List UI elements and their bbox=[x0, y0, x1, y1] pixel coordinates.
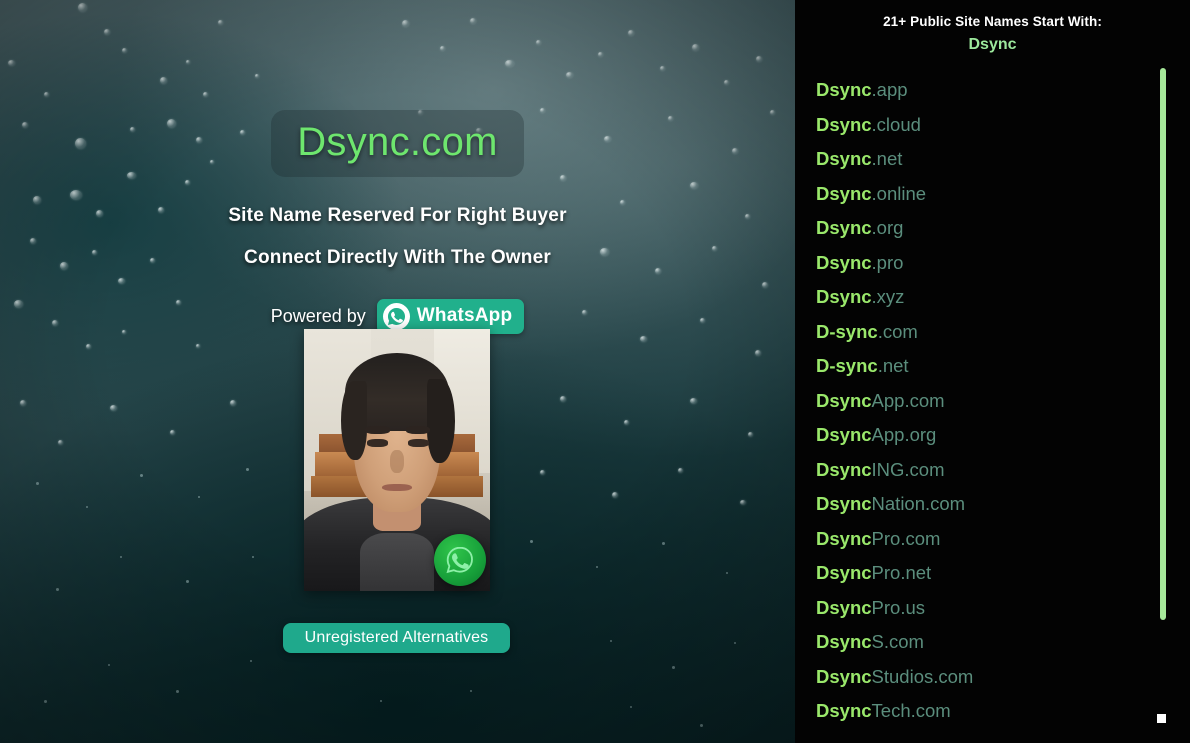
tagline-secondary: Connect Directly With The Owner bbox=[244, 246, 551, 268]
site-name-suffix: App.com bbox=[871, 389, 945, 411]
site-name-prefix: D-sync bbox=[816, 355, 878, 376]
site-name-row[interactable]: Dsync Pro.com bbox=[795, 522, 1155, 557]
hero-panel: Dsync.com Site Name Reserved For Right B… bbox=[0, 0, 795, 743]
site-name-suffix: .org bbox=[871, 217, 904, 238]
panel-keyword: Dsync bbox=[968, 36, 1017, 53]
site-name-row[interactable]: Dsync Tech.com bbox=[795, 694, 1155, 729]
site-name-row[interactable]: Dsync Nation.com bbox=[795, 487, 1155, 522]
unregistered-alternatives-button[interactable]: Unregistered Alternatives bbox=[283, 623, 510, 653]
whatsapp-contact-button[interactable] bbox=[434, 534, 486, 586]
site-name-suffix: .net bbox=[871, 148, 903, 169]
site-name-prefix: Dsync bbox=[816, 182, 872, 204]
site-name-prefix: Dsync bbox=[816, 596, 872, 618]
photo-eye-right bbox=[408, 439, 429, 447]
site-name-prefix: Dsync bbox=[816, 493, 872, 514]
site-name-row[interactable]: Dsync App.com bbox=[795, 384, 1155, 419]
site-name-suffix: .net bbox=[877, 355, 909, 376]
site-title-container: Dsync.com bbox=[271, 110, 524, 177]
photo-eye-left bbox=[367, 439, 388, 447]
corner-marker bbox=[1157, 714, 1166, 723]
site-name-suffix: App.org bbox=[871, 424, 937, 445]
site-name-suffix: Pro.com bbox=[871, 527, 941, 549]
site-name-suffix: Pro.net bbox=[871, 562, 932, 583]
site-name-prefix: Dsync bbox=[816, 251, 872, 273]
site-name-row[interactable]: D-sync .net bbox=[795, 349, 1155, 384]
site-name-prefix: Dsync bbox=[816, 79, 872, 100]
site-name-prefix: Dsync bbox=[816, 631, 872, 652]
site-name-prefix: Dsync bbox=[816, 562, 872, 583]
site-title: Dsync.com bbox=[297, 120, 498, 164]
site-name-row[interactable]: D-sync .com bbox=[795, 315, 1155, 350]
site-names-panel: 21+ Public Site Names Start With: Dsync … bbox=[795, 0, 1190, 743]
site-name-suffix: .pro bbox=[871, 251, 904, 273]
photo-nose bbox=[389, 449, 405, 474]
photo-hair-right bbox=[426, 378, 455, 463]
site-name-row[interactable]: Dsync Studios.com bbox=[795, 660, 1155, 695]
scrollbar-thumb[interactable] bbox=[1160, 68, 1166, 620]
site-name-suffix: .xyz bbox=[871, 286, 905, 307]
site-name-suffix: .app bbox=[871, 79, 908, 100]
whatsapp-icon bbox=[382, 302, 410, 330]
site-name-prefix: Dsync bbox=[816, 700, 872, 721]
site-name-prefix: Dsync bbox=[816, 286, 872, 307]
site-name-row[interactable]: Dsync .pro bbox=[795, 246, 1155, 281]
site-name-prefix: Dsync bbox=[816, 527, 872, 549]
site-name-prefix: Dsync bbox=[816, 148, 872, 169]
site-name-suffix: S.com bbox=[871, 631, 924, 652]
site-name-row[interactable]: Dsync .org bbox=[795, 211, 1155, 246]
site-name-suffix: Pro.us bbox=[871, 596, 925, 618]
site-name-row[interactable]: Dsync .online bbox=[795, 177, 1155, 212]
panel-header: 21+ Public Site Names Start With: Dsync bbox=[795, 0, 1190, 54]
whatsapp-label: WhatsApp bbox=[416, 305, 513, 327]
site-name-row[interactable]: Dsync Pro.us bbox=[795, 591, 1155, 626]
photo-brow-left bbox=[365, 425, 390, 434]
site-name-row[interactable]: Dsync .app bbox=[795, 73, 1155, 108]
site-name-suffix: .com bbox=[877, 320, 918, 342]
site-name-row[interactable]: Dsync ING.com bbox=[795, 453, 1155, 488]
site-name-suffix: .online bbox=[871, 182, 927, 204]
site-names-list: Dsync .app Dsync .cloud Dsync .net Dsync .onlin… bbox=[795, 73, 1155, 729]
page-root: Dsync.com Site Name Reserved For Right B… bbox=[0, 0, 1190, 743]
site-name-prefix: D-sync bbox=[816, 320, 878, 342]
site-name-row[interactable]: Dsync App.org bbox=[795, 418, 1155, 453]
photo-shirt bbox=[359, 533, 435, 591]
site-name-suffix: Nation.com bbox=[871, 493, 966, 514]
site-name-prefix: Dsync bbox=[816, 424, 872, 445]
site-name-row[interactable]: Dsync S.com bbox=[795, 625, 1155, 660]
site-name-prefix: Dsync bbox=[816, 113, 872, 135]
photo-hair-left bbox=[341, 381, 368, 460]
site-name-prefix: Dsync bbox=[816, 458, 872, 480]
site-name-suffix: Studios.com bbox=[871, 665, 974, 687]
site-name-suffix: ING.com bbox=[871, 458, 945, 480]
site-name-prefix: Dsync bbox=[816, 217, 872, 238]
site-name-prefix: Dsync bbox=[816, 665, 872, 687]
site-name-suffix: .cloud bbox=[871, 113, 921, 135]
site-name-row[interactable]: Dsync Pro.net bbox=[795, 556, 1155, 591]
site-name-row[interactable]: Dsync .xyz bbox=[795, 280, 1155, 315]
whatsapp-glyph-icon bbox=[446, 546, 473, 574]
panel-heading: 21+ Public Site Names Start With: bbox=[883, 14, 1102, 29]
site-name-suffix: Tech.com bbox=[871, 700, 951, 721]
tagline-primary: Site Name Reserved For Right Buyer bbox=[228, 204, 567, 226]
powered-by-label: Powered by bbox=[270, 305, 366, 326]
site-name-row[interactable]: Dsync .cloud bbox=[795, 108, 1155, 143]
photo-brow-right bbox=[406, 425, 431, 434]
site-name-prefix: Dsync bbox=[816, 389, 872, 411]
site-name-row[interactable]: Dsync .net bbox=[795, 142, 1155, 177]
photo-mouth bbox=[382, 483, 412, 492]
